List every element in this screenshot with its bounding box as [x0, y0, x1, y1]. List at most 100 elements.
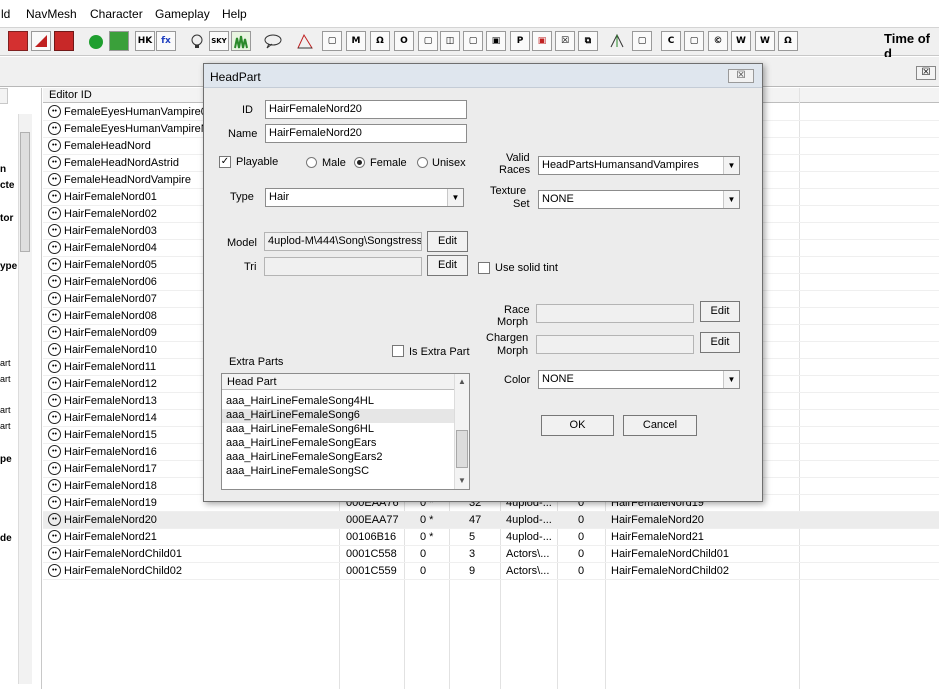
menu-help[interactable]: Help: [222, 7, 247, 21]
dialog-close-button[interactable]: ☒: [728, 69, 754, 83]
race-morph-field[interactable]: [536, 304, 694, 323]
texture-set-label-2: Set: [513, 198, 530, 210]
box-omega-button[interactable]: Ω: [370, 31, 390, 51]
box-omega2-button[interactable]: Ω: [778, 31, 798, 51]
window-close-button[interactable]: ☒: [916, 66, 936, 80]
chargen-morph-edit-button[interactable]: Edit: [700, 332, 740, 353]
male-radio[interactable]: [306, 157, 317, 168]
speech-bubble-icon[interactable]: [262, 31, 282, 51]
head-part-icon: ••: [48, 207, 61, 220]
count-cell: 0 *: [420, 514, 434, 526]
color-dropdown[interactable]: NONE ▼: [538, 370, 740, 389]
race-morph-label: Race: [504, 304, 530, 316]
menu-navmesh[interactable]: NavMesh: [26, 7, 77, 21]
box-o-button[interactable]: O: [394, 31, 414, 51]
editor-id-cell: FemaleHeadNordVampire: [64, 174, 191, 186]
box-m-button[interactable]: M: [346, 31, 366, 51]
column-editor-id[interactable]: Editor ID: [49, 89, 92, 101]
extra-part-item[interactable]: aaa_HairLineFemaleSong4HL: [226, 395, 374, 407]
box-copyright-button[interactable]: ©: [708, 31, 728, 51]
navmesh-icon[interactable]: [294, 31, 314, 51]
head-part-icon: ••: [48, 258, 61, 271]
grass-button[interactable]: [231, 31, 251, 51]
box-p-button[interactable]: P: [510, 31, 530, 51]
box-button-5[interactable]: ▣: [486, 31, 506, 51]
table-row[interactable]: •• HairFemaleNordChild02 0001C559 0 9 Actors\…: [43, 563, 939, 580]
valid-races-value: HeadPartsHumansandVampires: [542, 159, 699, 171]
tree-fragment: art: [0, 374, 11, 384]
box-w2-button[interactable]: W: [755, 31, 775, 51]
is-extra-part-checkbox[interactable]: [392, 345, 404, 357]
box-c-button[interactable]: C: [661, 31, 681, 51]
id-field[interactable]: HairFemaleNord20: [265, 100, 467, 119]
valid-races-dropdown[interactable]: HeadPartsHumansandVampires ▼: [538, 156, 740, 175]
menu-gameplay[interactable]: Gameplay: [155, 7, 210, 21]
solid-tint-checkbox[interactable]: [478, 262, 490, 274]
extra-part-item[interactable]: aaa_HairLineFemaleSongEars2: [226, 451, 383, 463]
havok-button[interactable]: HK: [135, 31, 155, 51]
scroll-up-icon[interactable]: ▲: [456, 376, 468, 388]
head-part-icon: ••: [48, 394, 61, 407]
dialog-title-bar[interactable]: HeadPart ☒: [204, 64, 762, 88]
table-row[interactable]: •• HairFemaleNord20 000EAA77 0 * 47 4uplod-..…: [43, 512, 939, 529]
box-button-6[interactable]: ▣: [532, 31, 552, 51]
box-button-1[interactable]: ▢: [322, 31, 342, 51]
sky-button[interactable]: SKY: [209, 31, 229, 51]
head-part-icon: ••: [48, 496, 61, 509]
menu-character[interactable]: Character: [90, 7, 143, 21]
texture-set-dropdown[interactable]: NONE ▼: [538, 190, 740, 209]
box-x-button[interactable]: ☒: [555, 31, 575, 51]
head-part-icon: ••: [48, 462, 61, 475]
cell-view-button[interactable]: [54, 31, 74, 51]
race-morph-edit-button[interactable]: Edit: [700, 301, 740, 322]
extra-part-item[interactable]: aaa_HairLineFemaleSongEars: [226, 437, 376, 449]
chevron-down-icon: ▼: [723, 191, 739, 208]
extra-part-item[interactable]: aaa_HairLineFemaleSong6: [226, 409, 360, 421]
users-cell: 9: [469, 565, 476, 577]
light-bulb-icon[interactable]: [187, 31, 207, 51]
texture-set-label: Texture: [490, 185, 527, 197]
box-button-8[interactable]: ▢: [632, 31, 652, 51]
model-edit-button[interactable]: Edit: [427, 231, 468, 252]
landscape-edit-button[interactable]: [31, 31, 51, 51]
playable-label: Playable: [236, 156, 279, 168]
ok-button[interactable]: OK: [541, 415, 614, 436]
chargen-morph-field[interactable]: [536, 335, 694, 354]
editor-id-cell: HairFemaleNord14: [64, 412, 157, 424]
extra-parts-scrollbar[interactable]: ▲ ▼: [454, 374, 469, 489]
landscape-button[interactable]: [109, 31, 129, 51]
female-radio[interactable]: [354, 157, 365, 168]
marker-icon[interactable]: [606, 31, 626, 51]
box-button-7[interactable]: ⧉: [578, 31, 598, 51]
scroll-down-icon[interactable]: ▼: [456, 475, 468, 487]
box-button-9[interactable]: ▢: [684, 31, 704, 51]
render-window-button[interactable]: [8, 31, 28, 51]
extra-parts-list[interactable]: Head Part aaa_HairLineFemaleSong4HL aaa_…: [221, 373, 470, 490]
tri-path-field[interactable]: [264, 257, 422, 276]
green-sphere-button[interactable]: [86, 31, 106, 51]
box-button-2[interactable]: ▢: [418, 31, 438, 51]
tri-edit-button[interactable]: Edit: [427, 255, 468, 276]
editor-id-cell: HairFemaleNord17: [64, 463, 157, 475]
table-row[interactable]: •• HairFemaleNordChild01 0001C558 0 3 Actors\…: [43, 546, 939, 563]
menu-world[interactable]: ld: [1, 7, 10, 21]
name-field[interactable]: HairFemaleNord20: [265, 124, 467, 143]
extra-parts-scroll-thumb[interactable]: [456, 430, 468, 468]
editor-id-cell: HairFemaleNord16: [64, 446, 157, 458]
box-button-3[interactable]: ◫: [440, 31, 460, 51]
tree-scrollbar-thumb[interactable]: [20, 132, 30, 252]
box-w-button[interactable]: W: [731, 31, 751, 51]
unisex-radio[interactable]: [417, 157, 428, 168]
extra-part-item[interactable]: aaa_HairLineFemaleSong6HL: [226, 423, 374, 435]
extra-part-item[interactable]: aaa_HairLineFemaleSongSC: [226, 465, 369, 477]
playable-checkbox[interactable]: ✓: [219, 156, 231, 168]
table-row[interactable]: •• HairFemaleNord21 00106B16 0 * 5 4uplod-...…: [43, 529, 939, 546]
type-dropdown[interactable]: Hair ▼: [265, 188, 464, 207]
name-cell: HairFemaleNordChild02: [611, 565, 729, 577]
extra-parts-header[interactable]: Head Part: [222, 374, 454, 390]
model-path-field[interactable]: 4uplod-M\444\Song\Songstress: [264, 232, 422, 251]
cancel-button[interactable]: Cancel: [623, 415, 697, 436]
head-part-icon: ••: [48, 326, 61, 339]
box-button-4[interactable]: ▢: [463, 31, 483, 51]
fx-button[interactable]: fx: [156, 31, 176, 51]
